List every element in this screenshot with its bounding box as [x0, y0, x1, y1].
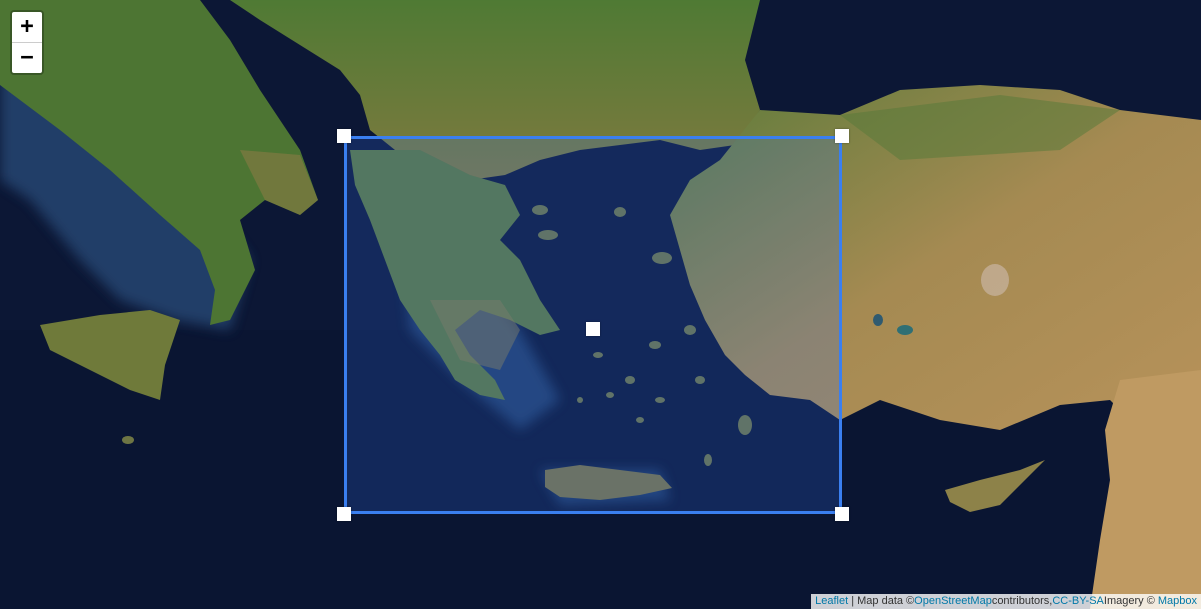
- resize-handle-top-left[interactable]: [337, 129, 351, 143]
- contributors-text: contributors,: [991, 595, 1053, 607]
- mapbox-link[interactable]: Mapbox: [1158, 595, 1197, 607]
- openstreetmap-link[interactable]: OpenStreetMap: [914, 595, 992, 607]
- license-link[interactable]: CC-BY-SA: [1052, 595, 1104, 607]
- resize-handle-bottom-left[interactable]: [337, 507, 351, 521]
- imagery-text: Imagery ©: [1103, 595, 1158, 607]
- map-attribution: Leaflet | Map data ©OpenStreetMapcontrib…: [811, 594, 1201, 609]
- resize-handle-bottom-right[interactable]: [835, 507, 849, 521]
- zoom-control: + −: [10, 10, 44, 75]
- resize-handle-top-right[interactable]: [835, 129, 849, 143]
- leaflet-link[interactable]: Leaflet: [815, 595, 848, 607]
- zoom-in-button[interactable]: +: [12, 12, 42, 42]
- zoom-out-button[interactable]: −: [12, 42, 42, 73]
- move-handle-center[interactable]: [586, 322, 600, 336]
- attribution-separator: |: [848, 595, 858, 607]
- map-data-text: Map data ©: [857, 595, 915, 607]
